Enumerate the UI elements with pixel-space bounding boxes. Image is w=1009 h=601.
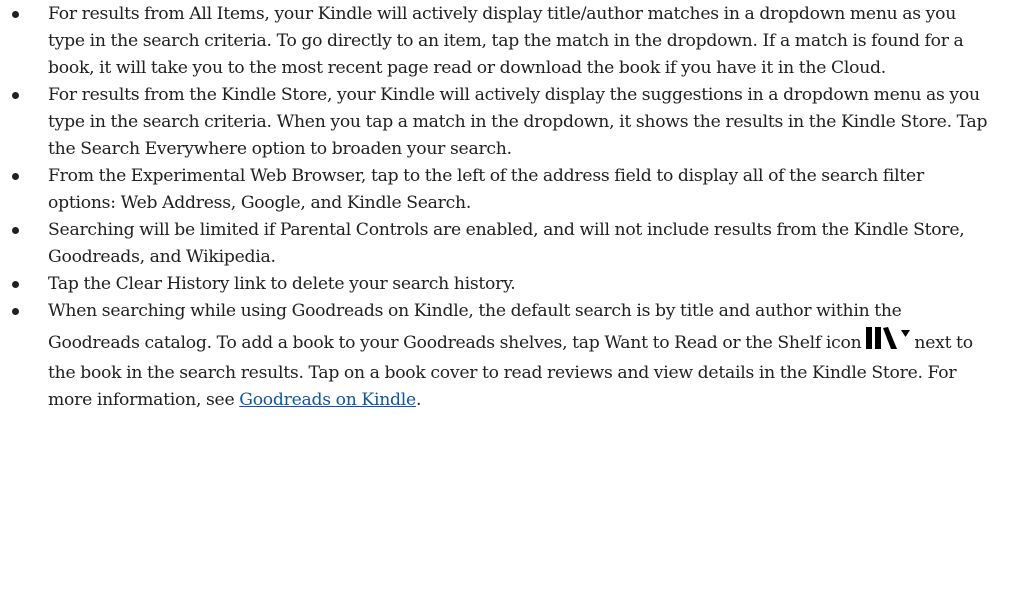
bullet-text: For results from the Kindle Store, your … — [48, 85, 988, 159]
list-item: For results from the Kindle Store, your … — [0, 82, 1009, 163]
bullet-icon — [12, 227, 19, 234]
bullet-icon — [12, 92, 19, 99]
bullet-icon — [12, 173, 19, 180]
document-content: For results from All Items, your Kindle … — [0, 1, 1009, 414]
bullet-icon — [12, 281, 19, 288]
bullet-icon — [12, 308, 19, 315]
list-item: From the Experimental Web Browser, tap t… — [0, 163, 1009, 217]
bullet-text: For results from All Items, your Kindle … — [48, 4, 964, 78]
bullet-text: From the Experimental Web Browser, tap t… — [48, 166, 924, 213]
shelf-dropdown-icon — [864, 325, 912, 360]
bullet-icon — [12, 11, 19, 18]
bullet-text: Tap the Clear History link to delete you… — [48, 274, 516, 294]
bullet-text: Searching will be limited if Parental Co… — [48, 220, 965, 267]
list-item: For results from All Items, your Kindle … — [0, 1, 1009, 82]
bullet-text-before-icon: When searching while using Goodreads on … — [48, 301, 902, 353]
list-item: Tap the Clear History link to delete you… — [0, 271, 1009, 298]
list-item: Searching will be limited if Parental Co… — [0, 217, 1009, 271]
goodreads-on-kindle-link[interactable]: Goodreads on Kindle — [239, 390, 416, 410]
list-item: When searching while using Goodreads on … — [0, 298, 1009, 414]
bullet-list: For results from All Items, your Kindle … — [0, 1, 1009, 414]
bullet-text-end: . — [415, 390, 422, 410]
